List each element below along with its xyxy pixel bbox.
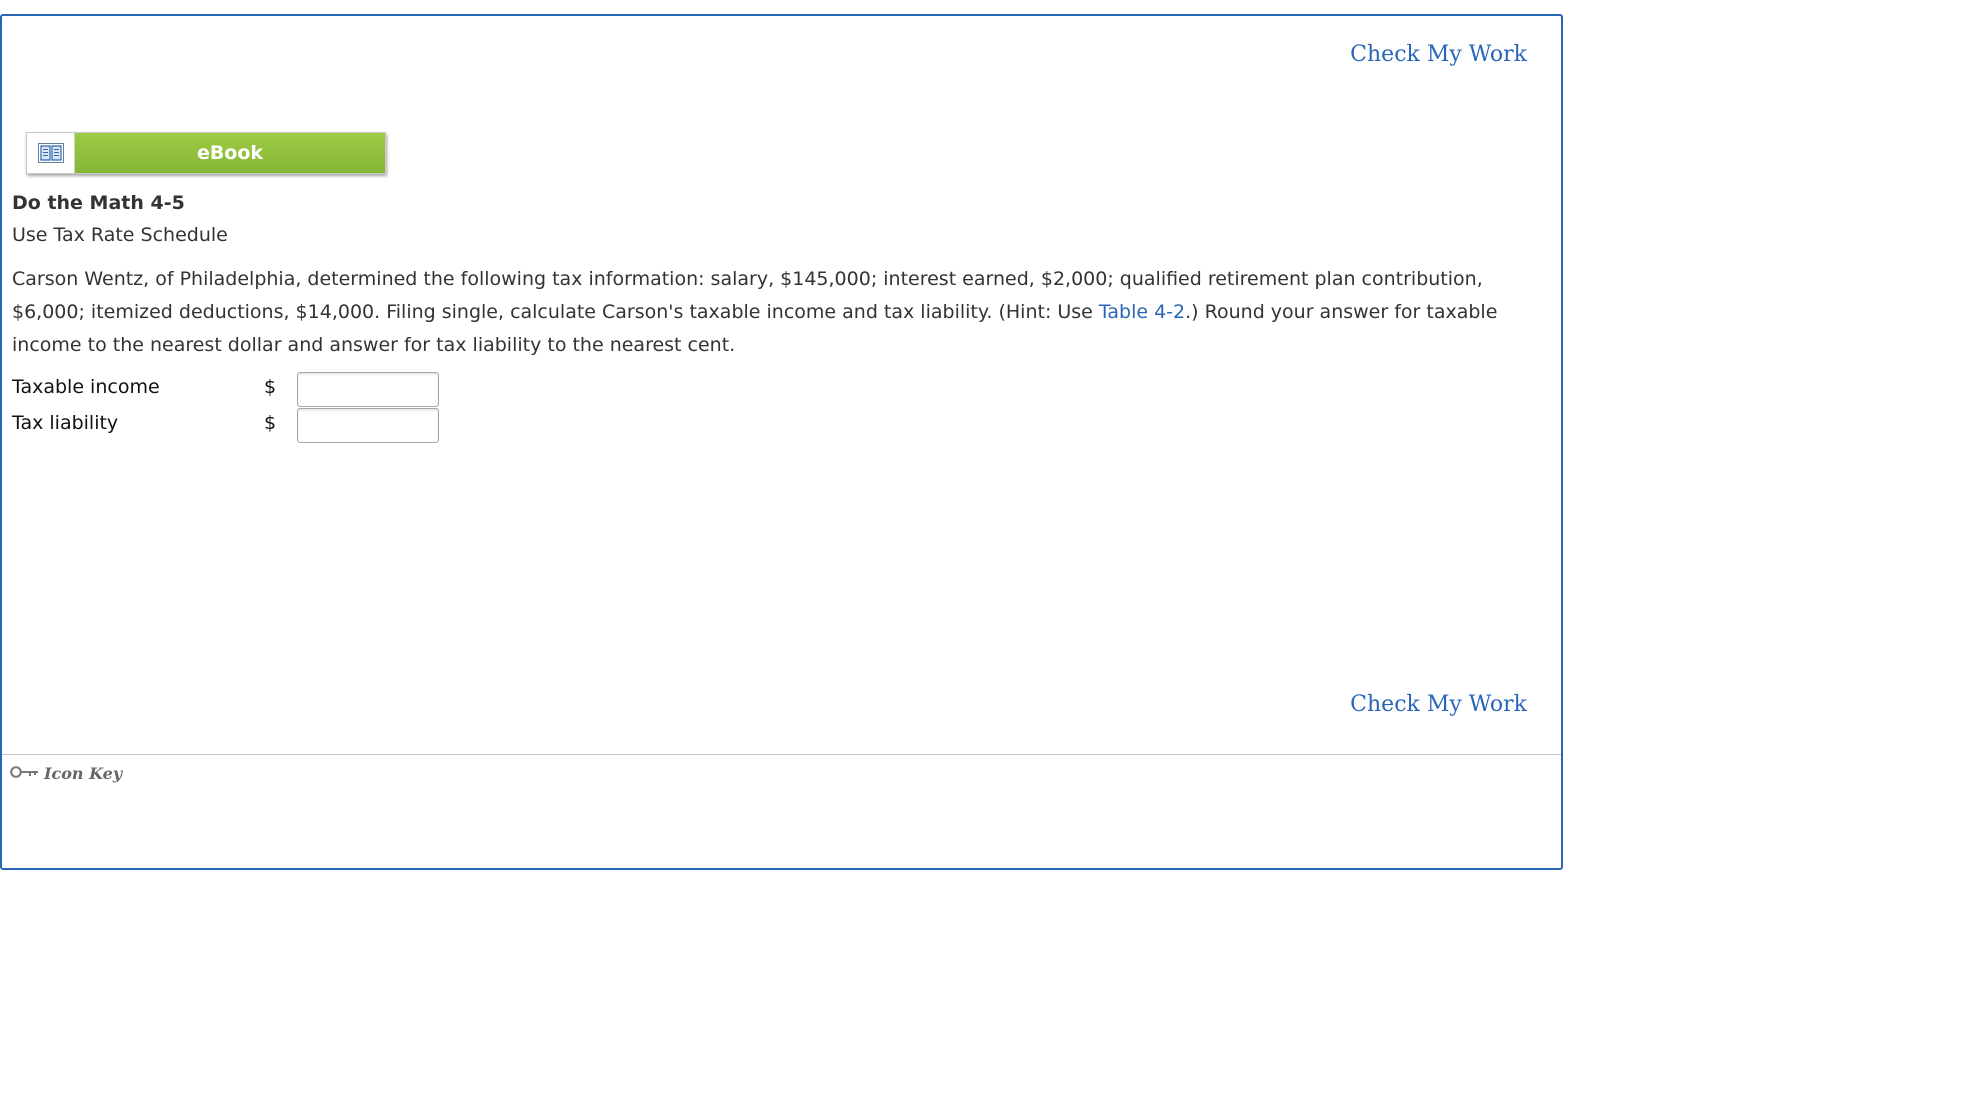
problem-subtitle: Use Tax Rate Schedule: [12, 224, 228, 246]
tax-liability-label: Tax liability: [12, 412, 119, 434]
icon-key-button[interactable]: Icon Key: [10, 764, 122, 783]
currency-symbol: $: [264, 412, 277, 434]
problem-content: Do the Math 4-5 Use Tax Rate Schedule Ca…: [12, 188, 1542, 362]
taxable-income-input[interactable]: [297, 372, 439, 407]
taxable-income-row: Taxable income $: [12, 372, 452, 407]
icon-key-label: Icon Key: [44, 764, 123, 783]
currency-symbol: $: [264, 376, 277, 398]
ebook-button[interactable]: eBook: [26, 132, 386, 174]
check-my-work-link-bottom[interactable]: Check My Work: [1350, 692, 1527, 717]
taxable-income-label: Taxable income: [12, 376, 160, 398]
book-icon: [27, 133, 75, 173]
footer-divider: [2, 754, 1561, 755]
tax-liability-row: Tax liability $: [12, 408, 452, 443]
question-frame: Check My Work eBook Do the Math 4-5 Use …: [0, 14, 1563, 870]
check-my-work-link-top[interactable]: Check My Work: [1350, 42, 1527, 67]
key-icon: [10, 764, 40, 783]
problem-title: Do the Math 4-5: [12, 192, 185, 214]
ebook-label: eBook: [75, 133, 385, 173]
problem-text: Carson Wentz, of Philadelphia, determine…: [12, 263, 1542, 362]
tax-liability-input[interactable]: [297, 408, 439, 443]
table-4-2-link[interactable]: Table 4-2: [1099, 301, 1185, 323]
